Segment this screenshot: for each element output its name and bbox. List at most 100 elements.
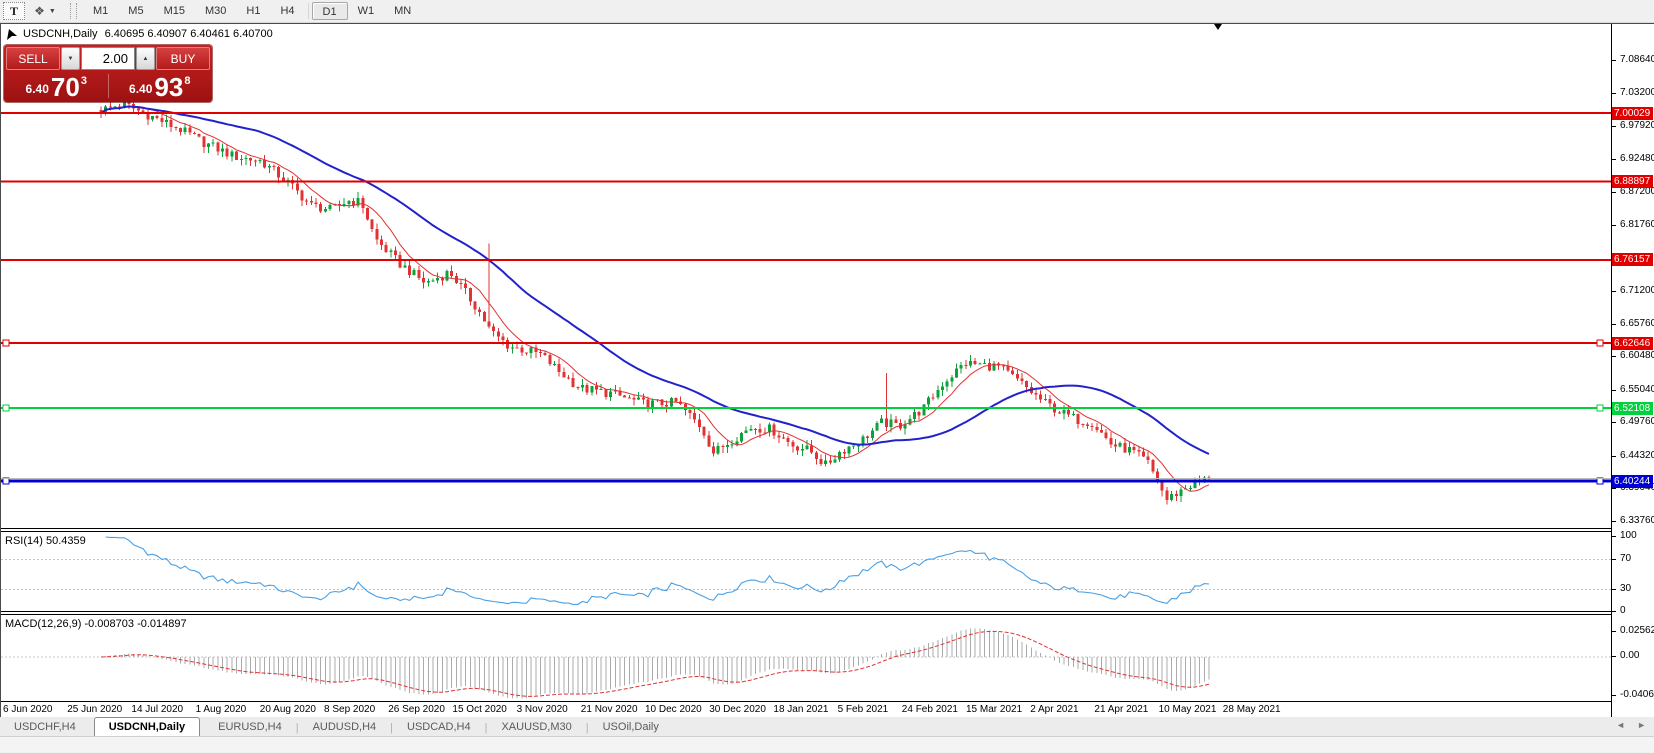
- axis-tick: 70: [1612, 553, 1631, 565]
- rsi-label: RSI(14) 50.4359: [5, 535, 86, 547]
- buy-price[interactable]: 6.40 93 8: [110, 72, 211, 100]
- axis-tick: 6.55040: [1612, 384, 1654, 396]
- axis-tick: 6.92480: [1612, 153, 1654, 165]
- sell-button[interactable]: SELL: [6, 47, 60, 70]
- date-label: 1 Aug 2020: [196, 704, 247, 715]
- sell-price-sup: 3: [81, 75, 87, 87]
- date-label: 30 Dec 2020: [709, 704, 766, 715]
- top-toolbar: T ❖ ▼ M1M5M15M30H1H4 D1W1MN: [0, 0, 1654, 23]
- volume-increase-button[interactable]: ▲: [136, 47, 155, 70]
- rsi-indicator-pane[interactable]: RSI(14) 50.4359: [1, 531, 1611, 612]
- tab-usdchf-h4[interactable]: USDCHF,H4: [0, 718, 90, 736]
- buy-button[interactable]: BUY: [156, 47, 210, 70]
- date-label: 5 Feb 2021: [838, 704, 889, 715]
- level-price-label: 6.62646: [1612, 337, 1653, 350]
- timeframe-button-h4[interactable]: H4: [270, 2, 304, 20]
- axis-tick: 100: [1612, 530, 1637, 542]
- macd-plot: [1, 615, 1611, 702]
- tab-xauusd-m30[interactable]: XAUUSD,M30: [487, 718, 585, 736]
- sell-price-small: 6.40: [26, 82, 49, 96]
- level-price-label: 6.88897: [1612, 175, 1653, 188]
- axis-tick: 0.00: [1612, 650, 1639, 662]
- chart-ohlc-values: 6.40695 6.40907 6.40461 6.40700: [105, 28, 273, 40]
- chart-tab-bar: USDCHF,H4 USDCNH,Daily EURUSD,H4|AUDUSD,…: [0, 717, 1654, 737]
- tab-audusd-h4[interactable]: AUDUSD,H4: [299, 718, 391, 736]
- date-label: 10 May 2021: [1159, 704, 1217, 715]
- level-price-label: 6.52108: [1612, 402, 1653, 415]
- level-price-label: 6.76157: [1612, 253, 1653, 266]
- date-label: 21 Nov 2020: [581, 704, 638, 715]
- timeframe-button-w1[interactable]: W1: [348, 2, 385, 20]
- volume-decrease-button[interactable]: ▼: [61, 47, 80, 70]
- axis-tick: 6.33760: [1612, 515, 1654, 527]
- chevron-down-icon: ▼: [49, 8, 56, 15]
- date-label: 28 May 2021: [1223, 704, 1281, 715]
- sell-price[interactable]: 6.40 70 3: [6, 72, 107, 100]
- timeframe-button-m1[interactable]: M1: [83, 2, 118, 20]
- tab-scroll-left-icon[interactable]: ◄: [1616, 720, 1625, 730]
- timeframe-toolbar: M1M5M15M30H1H4 D1W1MN: [83, 2, 421, 20]
- timeframe-button-d1[interactable]: D1: [312, 2, 348, 20]
- chart-window: USDCNH,Daily 6.40695 6.40907 6.40461 6.4…: [0, 23, 1654, 717]
- buy-price-sup: 8: [184, 75, 190, 87]
- axis-tick: -0.040687: [1612, 689, 1654, 701]
- tab-usoil-daily[interactable]: USOil,Daily: [589, 718, 673, 736]
- date-label: 25 Jun 2020: [67, 704, 122, 715]
- axis-tick: 6.60480: [1612, 350, 1654, 362]
- timeframe-button-m30[interactable]: M30: [195, 2, 236, 20]
- chart-title: USDCNH,Daily 6.40695 6.40907 6.40461 6.4…: [7, 28, 273, 40]
- chart-shift-marker-icon: [1214, 24, 1222, 30]
- timeframe-button-mn[interactable]: MN: [384, 2, 421, 20]
- price-axis[interactable]: 7.086407.032006.979206.924806.872006.817…: [1611, 24, 1654, 718]
- level-price-label: 6.40244: [1612, 475, 1653, 488]
- date-label: 21 Apr 2021: [1094, 704, 1148, 715]
- macd-label: MACD(12,26,9) -0.008703 -0.014897: [5, 618, 187, 630]
- axis-tick: 6.44320: [1612, 450, 1654, 462]
- date-label: 10 Dec 2020: [645, 704, 702, 715]
- buy-price-small: 6.40: [129, 82, 152, 96]
- axis-tick: 6.81760: [1612, 219, 1654, 231]
- axis-tick: 6.49760: [1612, 416, 1654, 428]
- date-axis[interactable]: 6 Jun 2020 25 Jun 2020 14 Jul 2020 1 Aug 20…: [1, 702, 1611, 718]
- axis-tick: 0.025623: [1612, 625, 1654, 637]
- date-label: 15 Mar 2021: [966, 704, 1022, 715]
- axis-tick: 6.65760: [1612, 318, 1654, 330]
- arrows-icon: ❖: [34, 4, 45, 18]
- tab-eurusd-h4[interactable]: EURUSD,H4: [204, 718, 296, 736]
- tab-usdcnh-daily[interactable]: USDCNH,Daily: [94, 717, 200, 736]
- date-label: 6 Jun 2020: [3, 704, 53, 715]
- status-bar: [0, 737, 1654, 752]
- sell-price-big: 70: [51, 75, 80, 99]
- cursor-arrow-icon: [7, 29, 18, 40]
- one-click-trading-panel: SELL ▼ ▲ BUY 6.40 70 3 6.40 93 8: [4, 45, 212, 102]
- arrows-tool-button[interactable]: ❖ ▼: [28, 2, 62, 20]
- date-label: 3 Nov 2020: [517, 704, 568, 715]
- date-label: 2 Apr 2021: [1030, 704, 1078, 715]
- tab-scroll-right-icon[interactable]: ►: [1637, 720, 1646, 730]
- date-label: 20 Aug 2020: [260, 704, 316, 715]
- date-label: 14 Jul 2020: [131, 704, 183, 715]
- timeframe-button-h1[interactable]: H1: [236, 2, 270, 20]
- rsi-plot: [1, 532, 1611, 612]
- axis-tick: 7.03200: [1612, 87, 1654, 99]
- axis-tick: 7.08640: [1612, 54, 1654, 66]
- date-label: 18 Jan 2021: [773, 704, 828, 715]
- main-chart-pane[interactable]: USDCNH,Daily 6.40695 6.40907 6.40461 6.4…: [1, 24, 1611, 529]
- date-label: 26 Sep 2020: [388, 704, 445, 715]
- tab-usdcad-h4[interactable]: USDCAD,H4: [393, 718, 485, 736]
- text-tool-button[interactable]: T: [3, 2, 25, 20]
- level-price-label: 7.00029: [1612, 107, 1653, 120]
- axis-tick: 30: [1612, 583, 1631, 595]
- axis-tick: 0: [1612, 605, 1626, 617]
- date-label: 15 Oct 2020: [452, 704, 506, 715]
- macd-indicator-pane[interactable]: MACD(12,26,9) -0.008703 -0.014897: [1, 614, 1611, 702]
- toolbar-gripper: [70, 3, 77, 19]
- date-label: 24 Feb 2021: [902, 704, 958, 715]
- timeframe-button-m15[interactable]: M15: [154, 2, 195, 20]
- timeframe-button-m5[interactable]: M5: [118, 2, 153, 20]
- axis-tick: 6.97920: [1612, 120, 1654, 132]
- candlestick-chart[interactable]: [1, 24, 1611, 529]
- chart-symbol-period: USDCNH,Daily: [23, 28, 98, 40]
- volume-input[interactable]: [81, 47, 135, 70]
- axis-tick: 6.71200: [1612, 285, 1654, 297]
